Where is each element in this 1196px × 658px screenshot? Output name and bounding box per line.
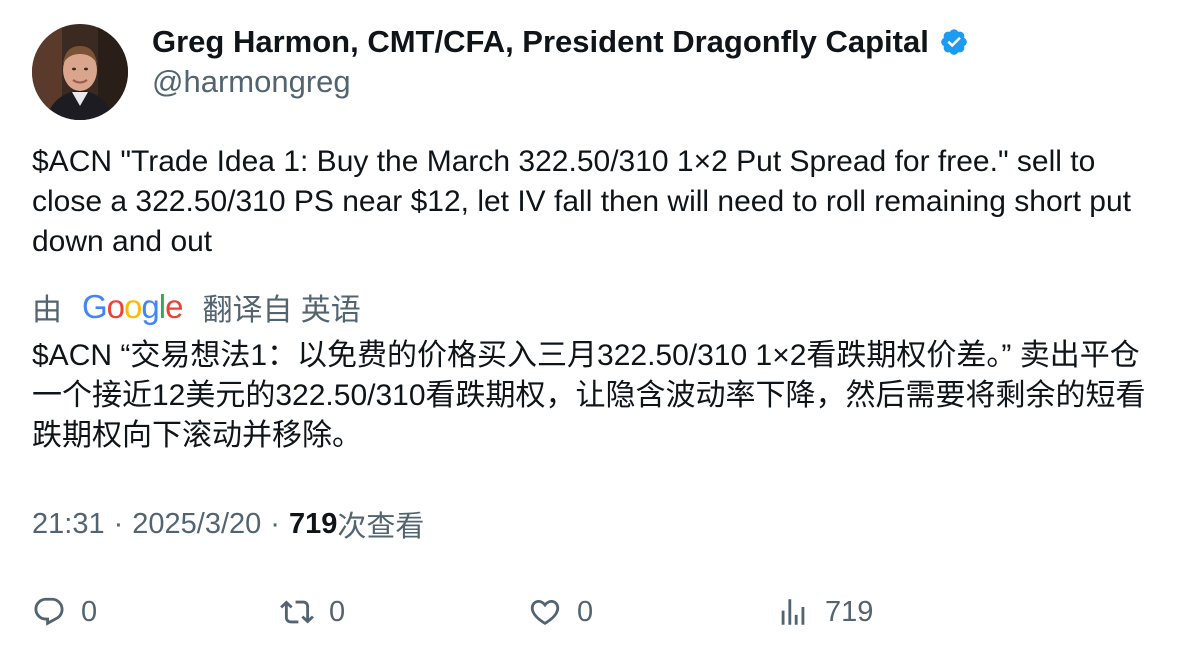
translated-from-label: 翻译自 英语 [202, 294, 361, 327]
reply-button[interactable]: 0 [32, 588, 97, 636]
retweet-button[interactable]: 0 [280, 588, 345, 636]
views-action-count: 719 [825, 595, 874, 628]
reply-count: 0 [81, 595, 98, 628]
views-chart-icon [781, 599, 805, 625]
verified-badge-icon[interactable] [939, 27, 969, 57]
views-label: 次查看 [337, 511, 425, 543]
meta-separator: · [270, 507, 280, 540]
google-logo: Google [82, 288, 183, 325]
author-display-name[interactable]: Greg Harmon, CMT/CFA, President Dragonfl… [152, 22, 929, 62]
tweet-text: $ACN "Trade Idea 1: Buy the March 322.50… [32, 145, 1131, 258]
translated-tweet-text: $ACN “交易想法1：以免费的价格买入三月322.50/310 1×2看跌期权… [32, 339, 1146, 452]
translation-attribution: 由 Google 翻译自 英语 [32, 287, 361, 327]
avatar-image [32, 24, 128, 120]
tweet-time[interactable]: 21:31 [32, 508, 105, 541]
author-name-row: Greg Harmon, CMT/CFA, President Dragonfl… [152, 22, 969, 62]
tweet-date[interactable]: 2025/3/20 [132, 508, 261, 541]
views-button[interactable]: 719 [776, 588, 873, 636]
retweet-icon [280, 600, 314, 624]
reply-icon [34, 597, 64, 626]
heart-icon [530, 599, 560, 625]
action-bar: 0 0 0 719 [0, 588, 1196, 636]
retweet-count: 0 [329, 595, 346, 628]
tweet-meta: 21:31 · 2025/3/20 · 719 次查看 [32, 504, 424, 544]
translated-by-label: 由 [32, 294, 62, 327]
author-handle[interactable]: @harmongreg [152, 62, 351, 102]
views-count: 719 [288, 507, 338, 540]
meta-separator: · [113, 507, 124, 540]
like-count: 0 [577, 595, 594, 628]
like-button[interactable]: 0 [528, 588, 593, 636]
avatar[interactable] [32, 24, 128, 120]
